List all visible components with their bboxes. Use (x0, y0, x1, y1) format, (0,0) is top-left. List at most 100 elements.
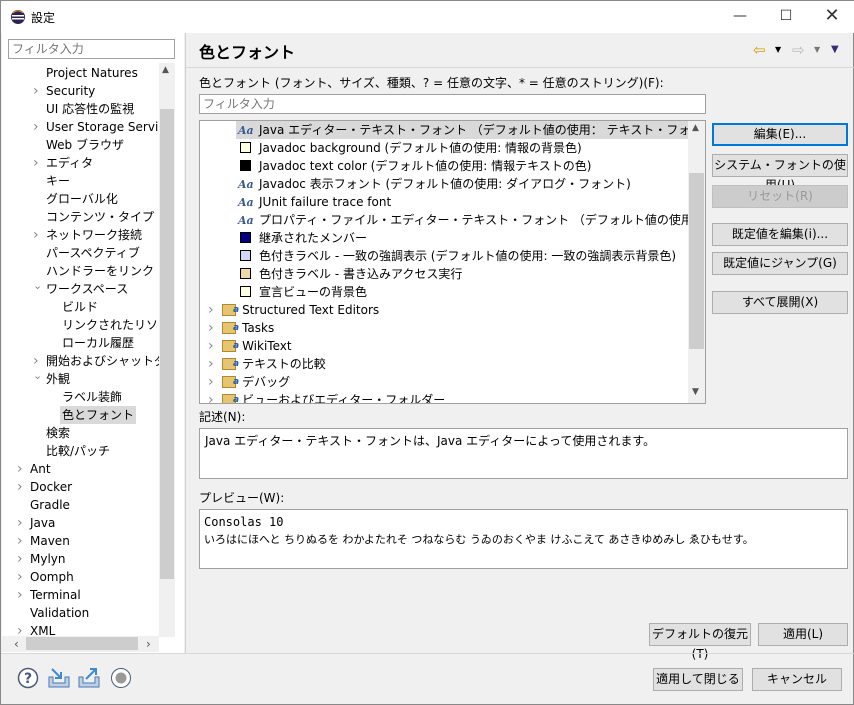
use-system-font-button[interactable]: システム・フォントの使用(U) (712, 154, 848, 192)
record-icon[interactable] (110, 667, 132, 689)
nav-item[interactable]: ⌄ ワークスペース (2, 277, 159, 298)
reset-button[interactable]: リセット(R) (712, 185, 848, 208)
tree-item[interactable]: 色付きラベル - 一致の強調表示 (デフォルト値の使用: 一致の強調表示背景色) (236, 247, 678, 265)
chevron-down-icon[interactable]: ⌄ (33, 277, 42, 295)
nav-item[interactable]: Gradle (2, 496, 159, 514)
chevron-right-icon[interactable]: › (208, 302, 218, 318)
tree-item[interactable]: 継承されたメンバー (236, 229, 369, 247)
nav-item[interactable]: ⌄ 外観 (2, 367, 159, 388)
maximize-button[interactable]: ☐ (763, 1, 809, 31)
tree-item[interactable]: › デバッグ (208, 373, 290, 391)
chevron-right-icon[interactable]: › (208, 356, 218, 372)
colors-filter-input[interactable] (199, 94, 706, 114)
chevron-right-icon[interactable]: › (33, 226, 39, 244)
nav-hscroll-thumb[interactable] (26, 637, 138, 650)
nav-item[interactable]: › ネットワーク接続 (2, 226, 159, 244)
tree-item[interactable]: › ビューおよびエディター・フォルダー (208, 391, 445, 403)
chevron-right-icon[interactable]: › (17, 514, 23, 532)
nav-item[interactable]: ›開始およびシャットダウン (2, 352, 159, 370)
nav-item[interactable]: コンテンツ・タイプ (2, 208, 159, 226)
chevron-right-icon[interactable]: › (208, 392, 218, 403)
nav-item[interactable]: ハンドラーをリンク (2, 262, 159, 280)
minimize-button[interactable]: — (717, 1, 763, 31)
tree-item[interactable]: › Tasks (208, 319, 274, 337)
nav-filter-input[interactable] (8, 39, 175, 59)
nav-item[interactable]: Validation (2, 604, 159, 622)
apply-button[interactable]: 適用(L) (758, 623, 848, 646)
tree-item[interactable]: Aa Javadoc 表示フォント (デフォルト値の使用: ダイアログ・フォント) (236, 175, 633, 193)
nav-item[interactable]: ビルド (2, 298, 159, 316)
tree-item[interactable]: 宣言ビューの背景色 (236, 283, 369, 301)
chevron-right-icon[interactable]: › (17, 550, 23, 568)
back-arrow-icon[interactable]: ⇦ (753, 41, 766, 59)
nav-item[interactable]: › Docker (2, 478, 159, 496)
nav-item[interactable]: › Oomph (2, 568, 159, 586)
chevron-right-icon[interactable]: › (17, 460, 23, 478)
chevron-right-icon[interactable]: › (208, 374, 218, 390)
forward-arrow-icon[interactable]: ⇨ (792, 41, 805, 59)
back-menu-icon[interactable]: ▼ (775, 45, 781, 54)
help-icon[interactable]: ? (17, 667, 39, 689)
nav-item[interactable]: Web ブラウザ (2, 136, 159, 154)
tree-scroll-thumb[interactable] (689, 173, 704, 349)
chevron-right-icon[interactable]: › (17, 532, 23, 550)
nav-item[interactable]: 色とフォント (2, 406, 159, 424)
chevron-down-icon[interactable]: ⌄ (33, 367, 42, 385)
close-button[interactable]: ✕ (809, 1, 854, 31)
nav-item[interactable]: › Java (2, 514, 159, 532)
forward-menu-icon[interactable]: ▼ (814, 45, 820, 54)
tree-item[interactable]: Javadoc text color (デフォルト値の使用: 情報テキストの色) (236, 157, 593, 175)
nav-vertical-scrollbar[interactable]: ▲ (159, 63, 175, 637)
nav-item[interactable]: Project Natures (2, 64, 159, 82)
nav-item[interactable]: グローバル化 (2, 190, 159, 208)
apply-and-close-button[interactable]: 適用して閉じる (653, 668, 743, 691)
nav-item[interactable]: ローカル履歴 (2, 334, 159, 352)
chevron-right-icon[interactable]: › (33, 118, 39, 136)
chevron-right-icon[interactable]: › (17, 568, 23, 586)
nav-item[interactable]: パースペクティブ (2, 244, 159, 262)
chevron-right-icon[interactable]: › (33, 154, 39, 172)
nav-item[interactable]: › XML (2, 622, 159, 637)
tree-item[interactable]: › テキストの比較 (208, 355, 326, 373)
tree-item[interactable]: 色付きラベル - 書き込みアクセス実行 (236, 265, 464, 283)
nav-item[interactable]: ラベル装飾 (2, 388, 159, 406)
nav-item[interactable]: › User Storage Service (2, 118, 159, 136)
chevron-right-icon[interactable]: › (208, 320, 218, 336)
cancel-button[interactable]: キャンセル (752, 668, 842, 691)
nav-item[interactable]: リンクされたリソース (2, 316, 159, 334)
nav-item[interactable]: 比較/パッチ (2, 442, 159, 460)
nav-item[interactable]: › Terminal (2, 586, 159, 604)
chevron-right-icon[interactable]: › (33, 82, 39, 100)
tree-vertical-scrollbar[interactable]: ▲ ▼ (688, 121, 705, 403)
tree-item[interactable]: › Structured Text Editors (208, 301, 379, 319)
nav-item[interactable]: › Maven (2, 532, 159, 550)
export-icon[interactable] (77, 667, 101, 689)
tree-item[interactable]: Javadoc background (デフォルト値の使用: 情報の背景色) (236, 139, 584, 157)
nav-item[interactable]: › Mylyn (2, 550, 159, 568)
tree-item[interactable]: › WikiText (208, 337, 292, 355)
nav-item[interactable]: › エディタ (2, 154, 159, 172)
nav-tree: Project Natures › Security UI 応答性の監視 › User S… (2, 63, 159, 637)
tree-item[interactable]: Aa プロパティ・ファイル・エディター・テキスト・フォント （デフォルト値の使用：… (236, 211, 688, 229)
import-icon[interactable] (47, 667, 71, 689)
expand-all-button[interactable]: すべて展開(X) (712, 291, 848, 314)
chevron-right-icon[interactable]: › (208, 338, 218, 354)
nav-item[interactable]: 検索 (2, 424, 159, 442)
tree-item[interactable]: Aa JUnit failure trace font (236, 193, 393, 211)
view-menu-icon[interactable]: ▼ (831, 44, 839, 55)
nav-scroll-thumb[interactable] (160, 109, 174, 579)
nav-item[interactable]: › Ant (2, 460, 159, 478)
sash[interactable] (185, 33, 186, 653)
goto-default-button[interactable]: 既定値にジャンプ(G) (712, 252, 848, 275)
nav-item[interactable]: › Security (2, 82, 159, 100)
chevron-right-icon[interactable]: › (17, 586, 23, 604)
restore-defaults-button[interactable]: デフォルトの復元(T) (649, 623, 751, 661)
chevron-right-icon[interactable]: › (17, 478, 23, 496)
chevron-right-icon[interactable]: › (17, 622, 23, 637)
edit-default-button[interactable]: 既定値を編集(i)... (712, 223, 848, 246)
tree-item[interactable]: Aa Java エディター・テキスト・フォント （デフォルト値の使用： テキスト・… (236, 121, 688, 139)
nav-item[interactable]: キー (2, 172, 159, 190)
nav-item[interactable]: UI 応答性の監視 (2, 100, 159, 118)
nav-horizontal-scrollbar[interactable]: ‹ › (2, 636, 159, 652)
edit-button[interactable]: 編集(E)... (712, 123, 848, 146)
